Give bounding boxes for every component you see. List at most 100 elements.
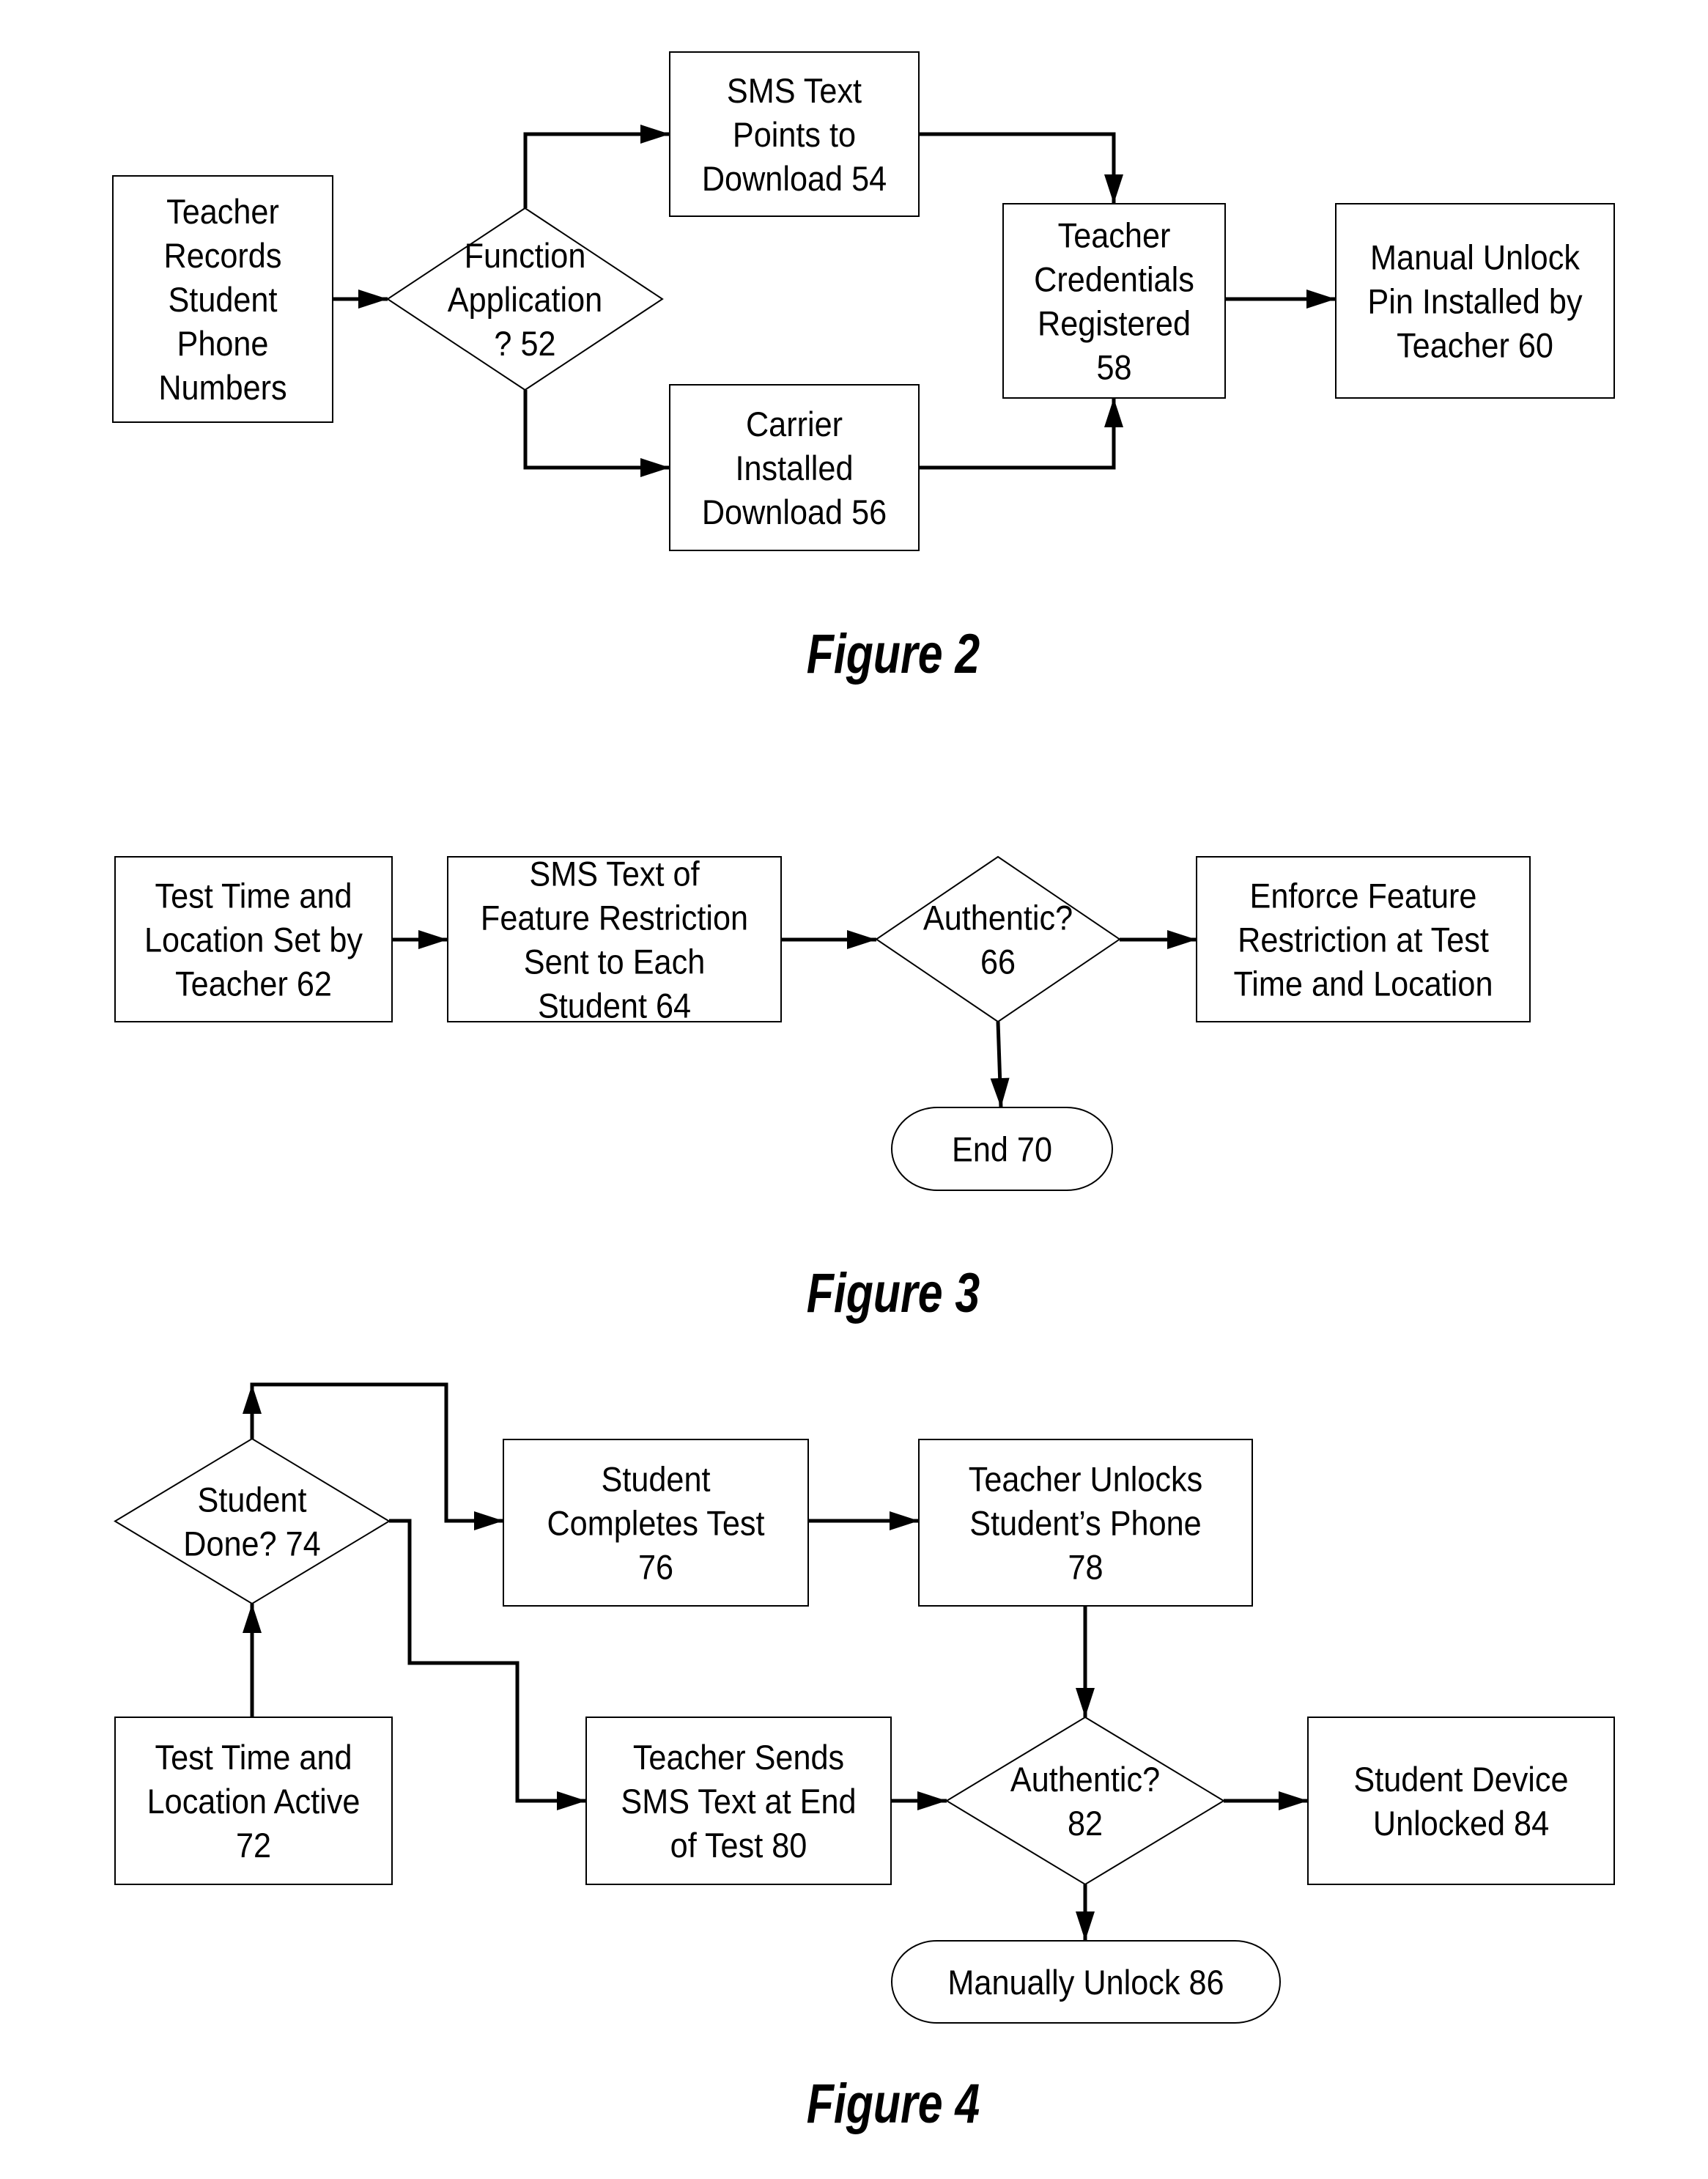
node-end-70: End 70 [891,1107,1113,1191]
node-label-line: 82 [1068,1804,1103,1843]
node-label-line: Unlocked 84 [1373,1804,1549,1843]
node-label-line: 78 [1068,1548,1103,1587]
node-label-line: Points to [733,115,856,154]
captions: Figure 2 Figure 3 Figure 4 [807,623,980,2135]
node-label-line: 72 [236,1826,271,1865]
node-label-line: Done? 74 [183,1524,320,1563]
node-label-line: Teacher 60 [1397,326,1553,365]
node-function-application: Function Application ? 52 [386,207,664,391]
node-label-line: Test Time and [155,877,352,915]
node-label-line: Download 56 [702,493,887,531]
arrowhead-icon [990,1077,1010,1107]
node-label-line: Teacher Unlocks [969,1460,1203,1499]
process-box [1307,1717,1615,1885]
arrowhead-icon [1279,1791,1308,1810]
node-label-line: 58 [1096,348,1131,387]
node-label-line: Location Set by [144,921,363,959]
node-label-line: Application [448,280,602,319]
arrowhead-icon [640,458,670,477]
node-label-line: Teacher 62 [175,965,332,1003]
node-sms-feature-restriction: SMS Text of Feature Restriction Sent to Ea… [447,855,782,1025]
node-label-line: Phone [177,324,269,363]
node-label-line: Pin Installed by [1367,282,1583,321]
arrowhead-icon [358,290,388,309]
node-teacher-records: Teacher Records Student Phone Numbers [112,175,333,423]
node-label-line: Numbers [158,368,286,407]
nodes: Teacher Records Student Phone Numbers Functio… [112,51,1615,2024]
arrowhead-icon [640,125,670,144]
node-label-line: SMS Text at End [621,1782,856,1821]
connector-line [919,398,1116,470]
node-label-line: Registered [1038,304,1191,343]
node-device-unlocked: Student Device Unlocked 84 [1307,1717,1615,1885]
node-student-completes: Student Completes Test 76 [503,1439,809,1607]
arrowhead-icon [243,1385,262,1414]
arrowhead-icon [1167,930,1197,949]
node-label-line: Completes Test [547,1504,765,1543]
node-teacher-credentials: Teacher Credentials Registered 58 [1002,203,1226,399]
node-carrier-installed: Carrier Installed Download 56 [669,384,920,551]
connector-carrier-installed-to-teacher-credentials [919,398,1123,470]
arrowhead-icon [890,1511,919,1530]
node-label-line: Carrier [746,405,843,443]
node-authentic-66: Authentic? 66 [875,855,1121,1023]
node-label-line: Sent to Each [524,943,705,981]
connector-teacher-sends-sms-to-authentic-82 [891,1791,947,1810]
connector-student-completes-to-teacher-unlocks [808,1511,919,1530]
arrowhead-icon [847,930,876,949]
node-label-line: Student 64 [538,987,691,1025]
connector-line [523,390,670,470]
connector-test-time-set-to-sms-feature-restriction [392,930,448,949]
node-label-line: 76 [638,1548,673,1587]
node-test-time-set: Test Time and Location Set by Teacher 62 [114,856,393,1022]
node-label-line: Teacher [1058,216,1171,255]
arrowhead-icon [418,930,448,949]
arrowhead-icon [1076,1688,1095,1717]
node-label-line: Student’s Phone [969,1504,1201,1543]
node-label-line: Student [197,1481,306,1519]
node-label-line: Manually Unlock 86 [947,1963,1224,2002]
node-teacher-unlocks: Teacher Unlocks Student’s Phone 78 [918,1439,1253,1607]
node-label-line: SMS Text of [529,855,700,893]
arrowhead-icon [917,1791,947,1810]
connector-teacher-records-to-function-application [333,290,388,309]
connector-sms-points-download-to-teacher-credentials [919,132,1123,204]
node-label-line: Records [164,236,282,275]
node-label-line: Feature Restriction [481,899,748,937]
connector-function-application-to-carrier-installed [523,390,670,477]
arrowhead-icon [474,1511,503,1530]
node-label-line: Student Device [1353,1760,1568,1799]
connector-teacher-credentials-to-manual-unlock-pin [1225,290,1336,309]
node-label-line: Function [465,236,586,275]
connector-function-application-to-sms-points-download [523,125,670,208]
arrowhead-icon [1104,174,1123,204]
node-test-time-active: Test Time and Location Active 72 [114,1717,393,1885]
node-label-line: Enforce Feature [1250,877,1477,915]
connector-authentic-66-to-enforce-restriction [1120,930,1197,949]
node-manual-unlock-pin: Manual Unlock Pin Installed by Teacher 60 [1335,203,1615,399]
figure-3-nodes: Test Time and Location Set by Teacher 62 SM… [114,855,1531,1191]
arrowhead-icon [1306,290,1336,309]
arrowhead-icon [557,1791,586,1810]
node-enforce-restriction: Enforce Feature Restriction at Test Time a… [1196,856,1531,1022]
node-teacher-sends-sms: Teacher Sends SMS Text at End of Test 80 [585,1717,892,1885]
decision-diamond [114,1437,391,1605]
node-label-line: Teacher [166,192,279,231]
node-label-line: Student [601,1460,710,1499]
node-label-line: Student [168,280,277,319]
node-label-line: Test Time and [155,1738,352,1777]
node-sms-points-download: SMS Text Points to Download 54 [669,51,920,217]
node-label-line: Authentic? [1010,1760,1160,1799]
node-label-line: of Test 80 [670,1826,807,1865]
figure-3-caption: Figure 3 [807,1262,980,1324]
patent-flowchart-sheet: Teacher Records Student Phone Numbers Functio… [112,51,1615,2135]
node-label-line: ? 52 [494,324,555,363]
node-label-line: End 70 [952,1130,1052,1169]
figure-2-nodes: Teacher Records Student Phone Numbers Functio… [112,51,1615,551]
connector-authentic-82-to-manually-unlock [1076,1884,1095,1941]
node-label-line: Restriction at Test [1238,921,1489,959]
node-student-done: Student Done? 74 [114,1437,391,1605]
node-label-line: Location Active [147,1782,361,1821]
node-label-line: SMS Text [727,71,862,110]
connector-line [523,132,670,208]
